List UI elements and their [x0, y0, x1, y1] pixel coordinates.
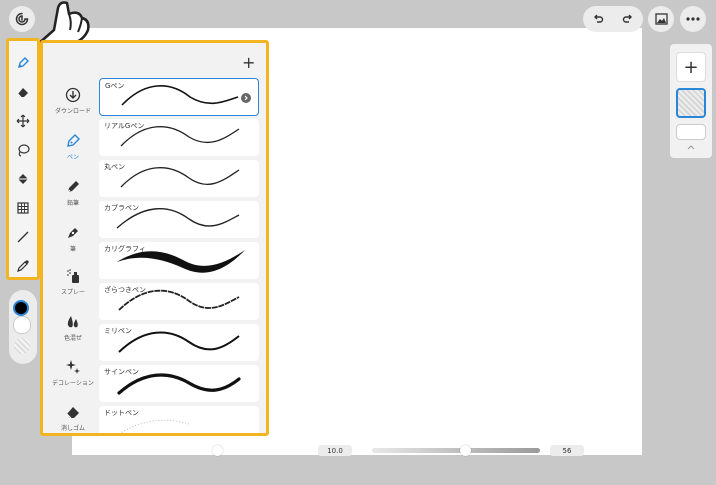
category-label: 筆 — [69, 246, 76, 253]
pen-tool[interactable] — [11, 51, 35, 75]
line-icon — [17, 231, 29, 243]
brush-item-maru-pen[interactable]: 丸ペン — [99, 160, 259, 197]
category-decoration[interactable]: デコレーション — [45, 359, 101, 387]
category-spray[interactable]: スプレー — [45, 268, 101, 296]
redo-icon — [622, 14, 632, 23]
category-download[interactable]: ダウンロード — [45, 87, 101, 115]
layer-thumbnail-active[interactable] — [676, 88, 706, 118]
undo-icon — [594, 14, 604, 23]
brush-stroke-preview — [118, 331, 240, 353]
opacity-slider-handle[interactable] — [460, 445, 471, 456]
brush-item-calligraphy[interactable]: カリグラフィ — [99, 242, 259, 279]
brush-settings-icon[interactable] — [241, 93, 251, 103]
fill-tool[interactable] — [11, 167, 35, 191]
category-label: 色混ぜ — [63, 335, 82, 342]
pencil-icon — [67, 181, 79, 193]
size-slider-track[interactable] — [140, 449, 308, 452]
opacity-value[interactable]: 56 — [550, 445, 584, 456]
category-pencil[interactable]: 鉛筆 — [45, 179, 101, 207]
redo-button[interactable] — [613, 6, 643, 32]
move-icon — [16, 114, 30, 128]
more-icon — [686, 17, 700, 21]
category-label: デコレーション — [52, 380, 94, 387]
brush-item-dot-pen[interactable]: ドットペン — [99, 406, 259, 433]
brush-stroke-preview — [118, 289, 240, 311]
brush-item-kabura-pen[interactable]: カブラペン — [99, 201, 259, 238]
eraser-tool[interactable] — [11, 80, 35, 104]
category-label: 消しゴム — [60, 425, 85, 432]
spray-icon — [67, 269, 79, 283]
brush-stroke-preview — [117, 250, 245, 273]
filter-tool[interactable] — [11, 196, 35, 220]
grid-icon — [17, 202, 29, 214]
category-label: ダウンロード — [54, 108, 91, 115]
brush-item-milli-pen[interactable]: ミリペン — [99, 324, 259, 361]
gallery-button[interactable] — [648, 6, 674, 32]
secondary-color-swatch[interactable] — [13, 316, 31, 334]
layer-thumbnail-background[interactable] — [676, 124, 706, 140]
brush-stroke-preview — [120, 126, 240, 147]
size-value[interactable]: 10.0 — [318, 445, 352, 456]
category-pen[interactable]: ペン — [45, 133, 101, 161]
brush-stroke-preview — [120, 167, 240, 188]
brush-item-sign-pen[interactable]: サインペン — [99, 365, 259, 402]
primary-color-swatch[interactable] — [13, 300, 29, 316]
eraser-icon — [17, 88, 28, 98]
category-blend[interactable]: 色混ぜ — [45, 314, 101, 342]
size-slider-handle[interactable] — [212, 445, 223, 456]
move-tool[interactable] — [11, 109, 35, 133]
category-label: スプレー — [60, 289, 85, 296]
eyedropper-tool[interactable] — [11, 254, 35, 278]
category-eraser[interactable]: 消しゴム — [45, 404, 101, 432]
tool-bar — [6, 38, 40, 280]
more-button[interactable] — [680, 6, 706, 32]
undo-redo-group — [583, 6, 643, 32]
add-layer-button[interactable]: + — [676, 52, 706, 82]
brush-item-real-g-pen[interactable]: リアルGペン — [99, 119, 259, 156]
brush-stroke-preview — [116, 208, 240, 229]
chevron-up-icon[interactable] — [687, 145, 695, 150]
add-brush-button[interactable]: + — [242, 55, 255, 71]
opacity-slider-track[interactable] — [372, 448, 540, 453]
layer-panel: + — [670, 44, 712, 158]
undo-button[interactable] — [583, 6, 613, 32]
image-icon — [654, 13, 668, 25]
download-icon — [65, 87, 81, 103]
line-tool[interactable] — [11, 225, 35, 249]
brush-stroke-preview — [119, 419, 190, 433]
lasso-tool[interactable] — [11, 138, 35, 162]
brush-panel: + ダウンロード ペン 鉛筆 筆 スプレー 色混ぜ デコレーション 消しゴム G… — [40, 40, 269, 436]
brush-item-g-pen[interactable]: Gペン — [99, 78, 259, 116]
brush-stroke-preview — [121, 85, 239, 106]
pen-icon — [67, 134, 80, 147]
lasso-icon — [18, 144, 30, 157]
color-widget — [9, 290, 37, 364]
category-label: ペン — [66, 154, 79, 161]
category-brush[interactable]: 筆 — [45, 225, 101, 253]
blend-icon — [67, 316, 78, 328]
eyedropper-icon — [17, 260, 29, 272]
eraser-icon — [66, 407, 79, 419]
category-label: 鉛筆 — [66, 200, 79, 207]
brush-stroke-preview — [117, 373, 241, 395]
brush-icon — [68, 228, 78, 238]
transparent-color-swatch[interactable] — [14, 338, 30, 354]
pen-icon — [18, 57, 29, 68]
brush-item-zaratsuki-pen[interactable]: ざらつきペン — [99, 283, 259, 320]
bucket-icon — [18, 174, 28, 184]
sparkle-icon — [66, 360, 80, 374]
